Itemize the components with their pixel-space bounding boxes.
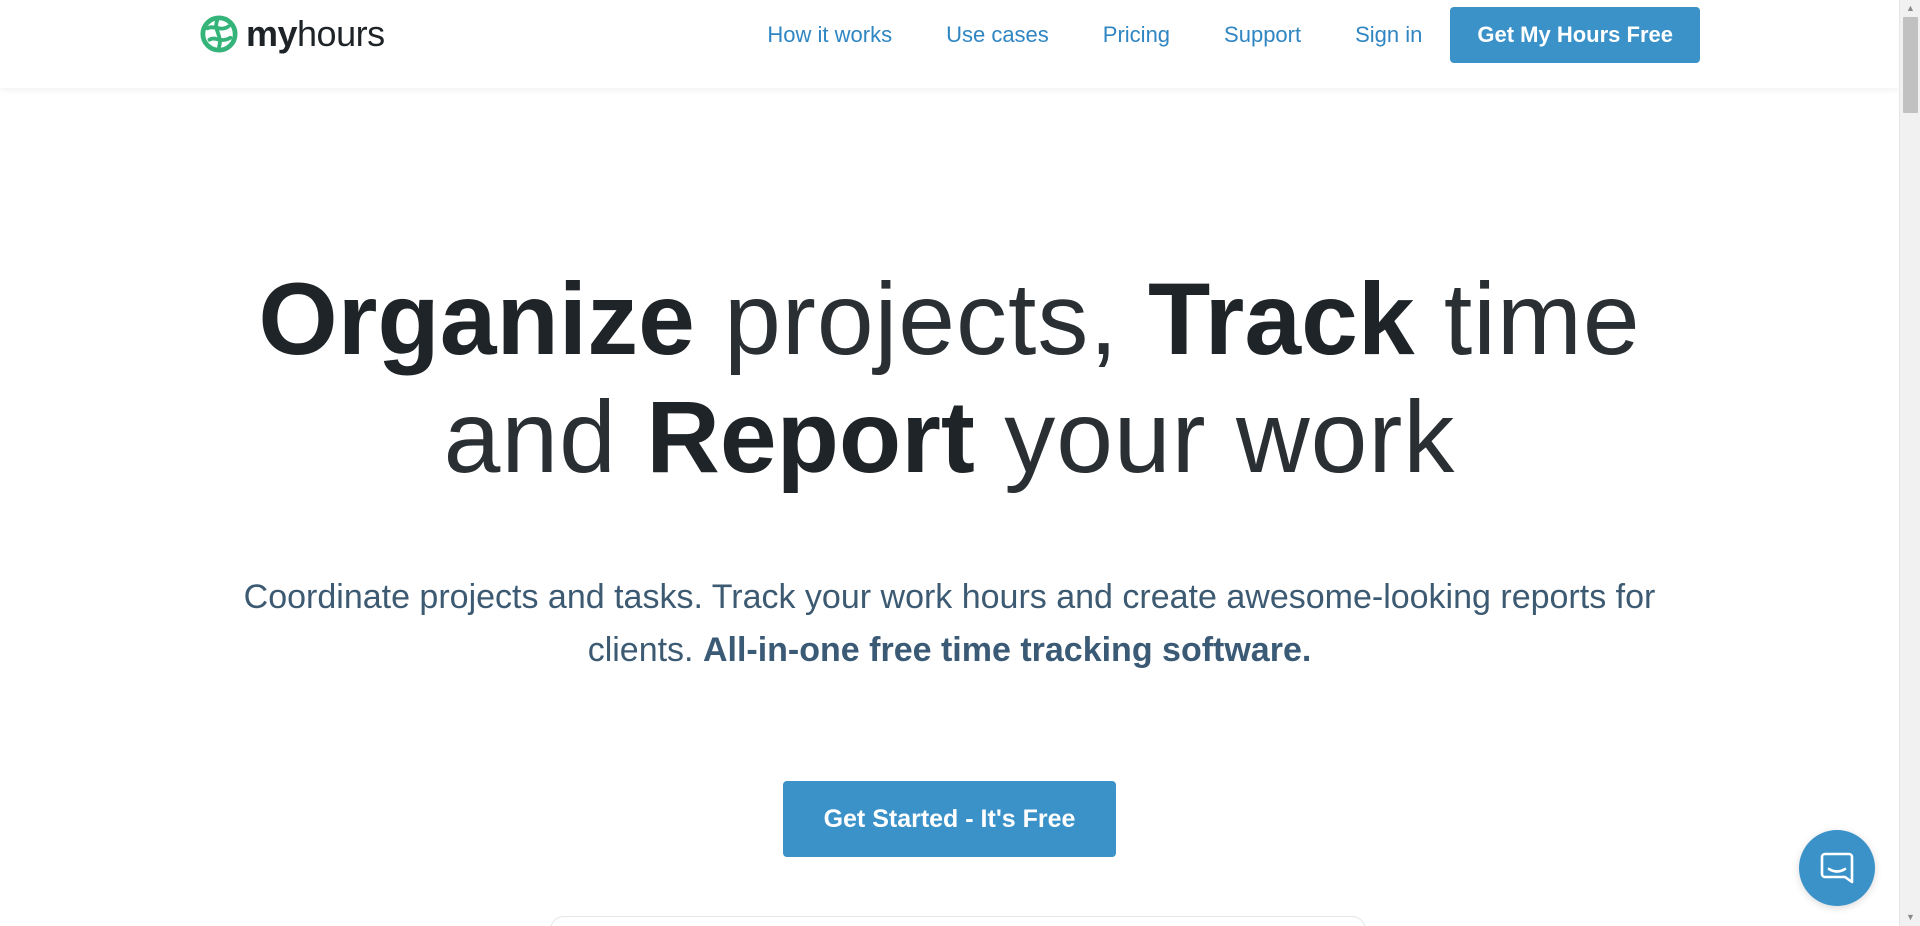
nav-link-use-cases[interactable]: Use cases: [946, 22, 1049, 48]
scrollbar-thumb[interactable]: [1903, 17, 1918, 113]
headline-time: time: [1414, 262, 1641, 376]
scroll-up-arrow-icon[interactable]: ▲: [1900, 0, 1920, 17]
chat-launcher-button[interactable]: [1799, 830, 1875, 906]
main-nav: How it works Use cases Pricing Support S…: [767, 0, 1899, 70]
headline-track: Track: [1148, 262, 1415, 376]
site-header: myhours How it works Use cases Pricing S…: [0, 0, 1899, 88]
app-preview-card: [550, 916, 1366, 926]
headline-report: Report: [646, 380, 975, 494]
hero-subtext: Coordinate projects and tasks. Track you…: [190, 571, 1710, 677]
vertical-scrollbar[interactable]: ▲ ▼: [1899, 0, 1920, 926]
headline-projects: projects,: [694, 262, 1148, 376]
globe-logo-icon: [200, 15, 238, 53]
logo-wordmark: myhours: [246, 16, 385, 52]
myhours-logo[interactable]: myhours: [200, 14, 385, 54]
chat-icon: [1820, 852, 1854, 884]
headline-and: and: [443, 380, 647, 494]
logo-text-bold: my: [246, 13, 298, 54]
headline-organize: Organize: [258, 262, 695, 376]
hero-section: Organize projects, Track time and Report…: [0, 88, 1899, 857]
headline-your-work: your work: [974, 380, 1456, 494]
nav-link-how-it-works[interactable]: How it works: [767, 22, 892, 48]
page: myhours How it works Use cases Pricing S…: [0, 0, 1899, 926]
nav-link-sign-in[interactable]: Sign in: [1355, 22, 1422, 48]
get-started-button[interactable]: Get Started - It's Free: [783, 781, 1116, 857]
hero-headline: Organize projects, Track time and Report…: [0, 260, 1899, 496]
nav-link-pricing[interactable]: Pricing: [1103, 22, 1170, 48]
scroll-down-arrow-icon[interactable]: ▼: [1900, 909, 1920, 926]
logo-text-light: hours: [297, 13, 385, 54]
nav-link-support[interactable]: Support: [1224, 22, 1301, 48]
get-my-hours-free-button[interactable]: Get My Hours Free: [1450, 7, 1700, 63]
subtext-bold: All-in-one free time tracking software.: [702, 631, 1312, 669]
